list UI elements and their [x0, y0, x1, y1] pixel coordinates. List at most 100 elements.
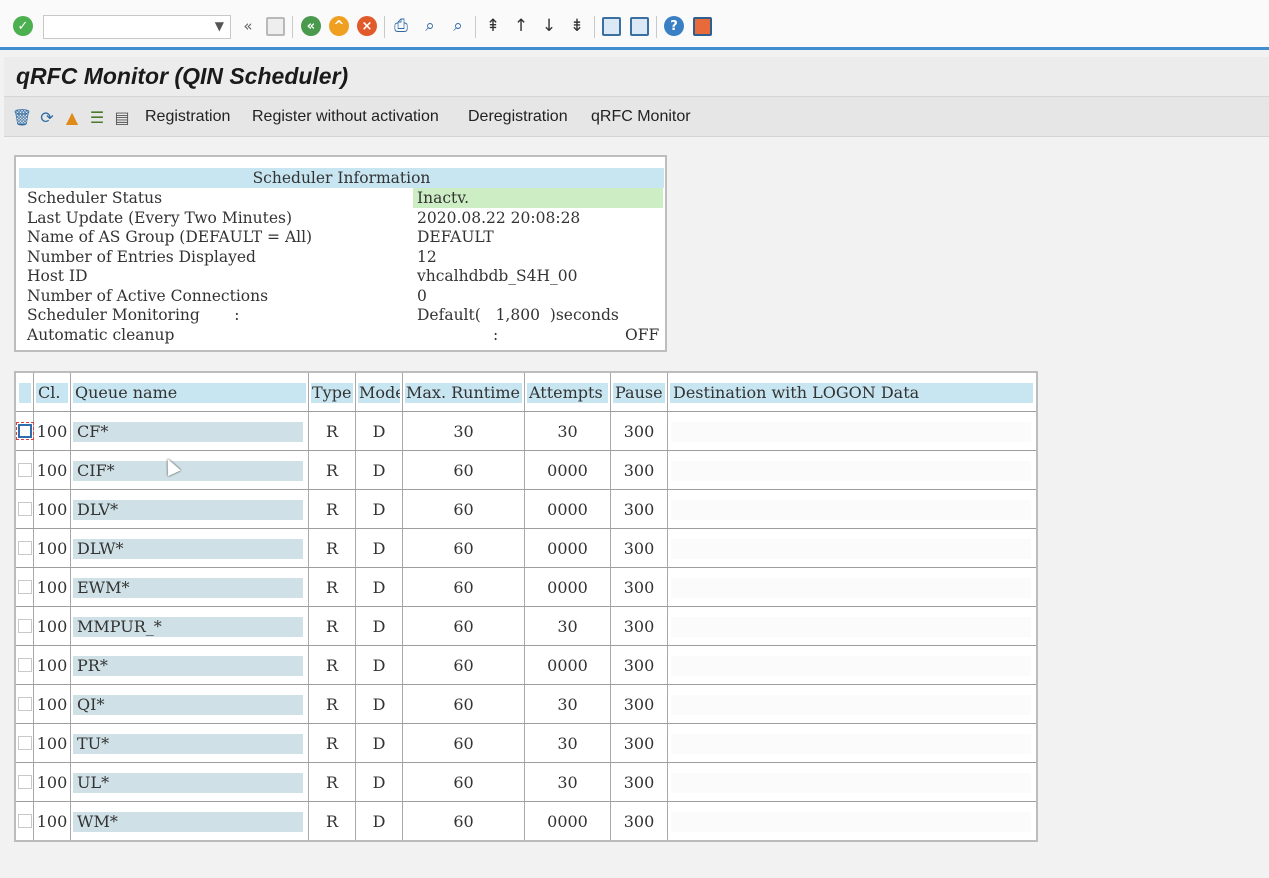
- last-page-icon[interactable]: ⇟: [565, 14, 589, 38]
- column-header-max-runtime[interactable]: Max. Runtime: [405, 383, 522, 403]
- print-icon[interactable]: ⎙: [389, 14, 413, 38]
- row-select-checkbox[interactable]: [18, 775, 32, 789]
- select-all-column[interactable]: [19, 383, 31, 403]
- queue-name-cell[interactable]: TU*: [73, 734, 303, 754]
- info-value: Default( 1,800 )seconds: [417, 306, 619, 324]
- max-runtime-cell: 60: [453, 773, 474, 792]
- delete-icon[interactable]: 🗑: [11, 106, 33, 128]
- enter-icon[interactable]: ✓: [11, 14, 35, 38]
- save-icon[interactable]: [263, 14, 287, 38]
- chevron-down-icon[interactable]: ▼: [215, 19, 224, 33]
- find-icon[interactable]: ⌕: [418, 14, 442, 38]
- info-value: DEFAULT: [417, 228, 494, 246]
- destination-cell[interactable]: [671, 539, 1031, 559]
- destination-cell[interactable]: [671, 422, 1031, 442]
- column-header-pause[interactable]: Pause: [613, 383, 665, 403]
- client-cell: 100: [36, 734, 68, 753]
- column-header-client[interactable]: Cl.: [36, 383, 68, 403]
- row-select-checkbox[interactable]: [16, 422, 34, 440]
- queue-name-cell[interactable]: CF*: [73, 422, 303, 442]
- details-icon[interactable]: ▤: [111, 106, 133, 128]
- column-header-mode[interactable]: Mode: [358, 383, 400, 403]
- toolbar-separator: [656, 16, 657, 38]
- queue-name-cell[interactable]: PR*: [73, 656, 303, 676]
- info-value: 2020.08.22 20:08:28: [417, 209, 581, 227]
- display-list-icon[interactable]: ☰: [86, 106, 108, 128]
- row-select-checkbox[interactable]: [18, 541, 32, 555]
- scheduler-monitoring-row: Scheduler Monitoring : Default( 1,800 )s…: [27, 305, 663, 325]
- registration-button[interactable]: Registration: [145, 108, 230, 126]
- info-value: 0: [417, 287, 427, 305]
- destination-cell[interactable]: [671, 812, 1031, 832]
- column-header-attempts[interactable]: Attempts: [527, 383, 608, 403]
- deregistration-button[interactable]: Deregistration: [468, 108, 568, 126]
- column-header-type[interactable]: Type: [311, 383, 353, 403]
- column-header-destination[interactable]: Destination with LOGON Data: [670, 383, 1033, 403]
- row-select-checkbox[interactable]: [18, 619, 32, 633]
- scheduler-status-row: Scheduler Status Inactv.: [27, 188, 663, 208]
- row-select-checkbox[interactable]: [18, 463, 32, 477]
- back-icon[interactable]: «: [299, 14, 323, 38]
- command-field[interactable]: ▼: [43, 15, 231, 39]
- refresh-icon[interactable]: ⟳: [36, 106, 58, 128]
- info-label: Number of Entries Displayed: [27, 248, 256, 266]
- type-cell: R: [325, 812, 339, 831]
- destination-cell[interactable]: [671, 500, 1031, 520]
- next-page-icon[interactable]: ↓: [537, 14, 561, 38]
- destination-cell[interactable]: [671, 734, 1031, 754]
- type-cell: R: [325, 656, 339, 675]
- queue-name-cell[interactable]: DLW*: [73, 539, 303, 559]
- activate-icon[interactable]: ▲: [61, 106, 83, 128]
- type-cell: R: [325, 539, 339, 558]
- pause-cell: 300: [623, 578, 655, 597]
- destination-cell[interactable]: [671, 461, 1031, 481]
- queue-name-cell[interactable]: WM*: [73, 812, 303, 832]
- cancel-icon[interactable]: ×: [355, 14, 379, 38]
- row-select-checkbox[interactable]: [18, 580, 32, 594]
- queue-name-cell[interactable]: EWM*: [73, 578, 303, 598]
- info-label: Name of AS Group (DEFAULT = All): [27, 228, 313, 246]
- mode-cell: D: [372, 617, 386, 636]
- customize-layout-icon[interactable]: [690, 14, 714, 38]
- help-icon[interactable]: ?: [662, 14, 686, 38]
- destination-cell[interactable]: [671, 578, 1031, 598]
- toolbar-separator: [292, 16, 293, 38]
- as-group-row: Name of AS Group (DEFAULT = All) DEFAULT: [27, 227, 663, 247]
- exit-icon[interactable]: ^: [327, 14, 351, 38]
- qrfc-monitor-button[interactable]: qRFC Monitor: [591, 108, 691, 126]
- row-select-checkbox[interactable]: [18, 736, 32, 750]
- shortcut-icon[interactable]: [627, 14, 651, 38]
- attempts-cell: 0000: [547, 578, 588, 597]
- first-page-icon[interactable]: ⇞: [481, 14, 505, 38]
- collapse-icon[interactable]: «: [236, 14, 260, 38]
- destination-cell[interactable]: [671, 773, 1031, 793]
- grid-line: [16, 684, 1036, 685]
- max-runtime-cell: 60: [453, 617, 474, 636]
- info-value: OFF: [625, 326, 660, 344]
- attempts-cell: 30: [557, 422, 578, 441]
- queue-name-cell[interactable]: MMPUR_*: [73, 617, 303, 637]
- grid-line: [16, 645, 1036, 646]
- queue-name-cell[interactable]: QI*: [73, 695, 303, 715]
- queue-name-cell[interactable]: CIF*: [73, 461, 303, 481]
- queue-name-cell[interactable]: UL*: [73, 773, 303, 793]
- column-header-queue-name[interactable]: Queue name: [73, 383, 306, 403]
- row-select-checkbox[interactable]: [18, 658, 32, 672]
- find-next-icon[interactable]: ⌕: [446, 14, 470, 38]
- title-bar: qRFC Monitor (QIN Scheduler): [4, 57, 1269, 97]
- type-cell: R: [325, 773, 339, 792]
- destination-cell[interactable]: [671, 656, 1031, 676]
- row-select-checkbox[interactable]: [18, 697, 32, 711]
- max-runtime-cell: 30: [453, 422, 474, 441]
- destination-cell[interactable]: [671, 695, 1031, 715]
- row-select-checkbox[interactable]: [18, 502, 32, 516]
- row-select-checkbox[interactable]: [18, 814, 32, 828]
- create-session-icon[interactable]: [599, 14, 623, 38]
- previous-page-icon[interactable]: ↑: [509, 14, 533, 38]
- type-cell: R: [325, 461, 339, 480]
- register-without-activation-button[interactable]: Register without activation: [252, 108, 439, 126]
- attempts-cell: 0000: [547, 461, 588, 480]
- queue-name-cell[interactable]: DLV*: [73, 500, 303, 520]
- destination-cell[interactable]: [671, 617, 1031, 637]
- attempts-cell: 30: [557, 695, 578, 714]
